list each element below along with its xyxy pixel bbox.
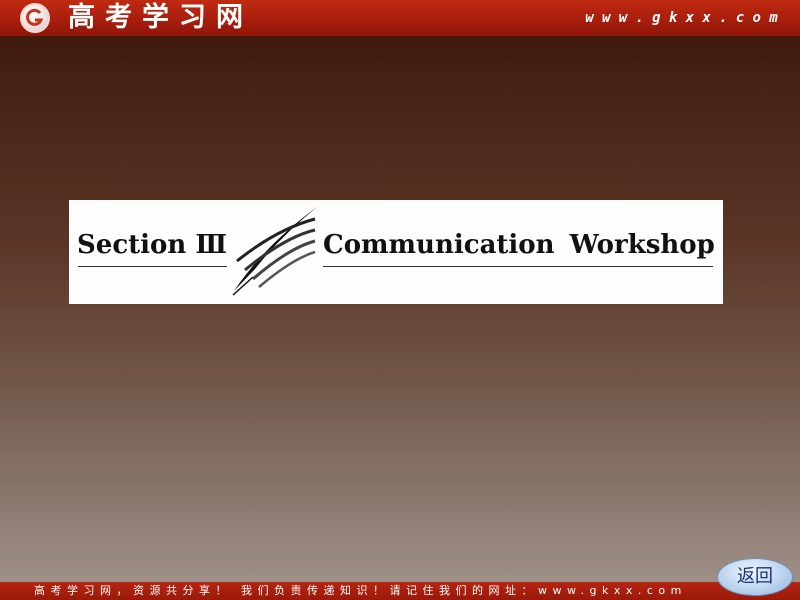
footer-text: 高考学习网，资源共分享！ 我们负责传递知识！请记住我们的网址：www.gkxx.… (34, 584, 687, 597)
header-bar: 高考学习网 www.gkxx.com (0, 0, 800, 36)
section-label: Section Ⅲ (77, 230, 227, 260)
site-logo-text: 高考学习网 (68, 2, 253, 33)
workshop-underline (323, 266, 713, 267)
section-underline (78, 266, 227, 267)
slide: 高考学习网 www.gkxx.com Section Ⅲ Communicati… (0, 0, 800, 600)
workshop-title: Communication Workshop (323, 230, 715, 260)
back-button[interactable]: 返回 (717, 558, 793, 596)
section-title-card: Section Ⅲ Communication Workshop (69, 200, 723, 304)
footer-bar: 高考学习网，资源共分享！ 我们负责传递知识！请记住我们的网址：www.gkxx.… (0, 582, 800, 600)
site-url: www.gkxx.com (585, 10, 786, 26)
site-logo-icon (20, 3, 50, 33)
brush-stroke-icon (232, 207, 317, 296)
